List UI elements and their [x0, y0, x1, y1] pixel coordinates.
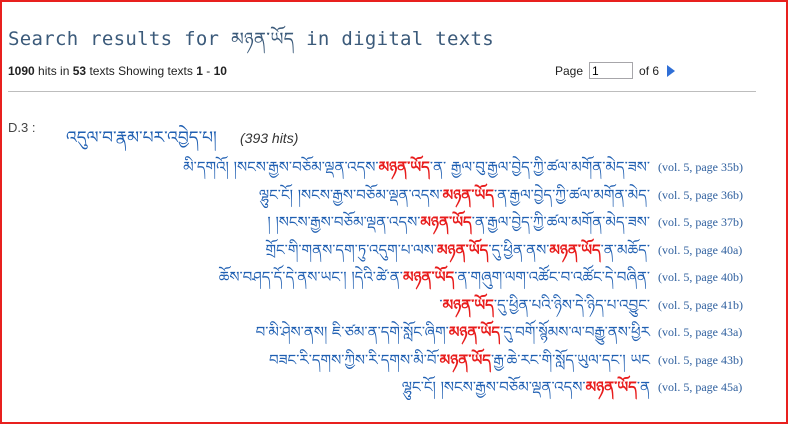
- context-after: ་ན་རྒྱལ་བྱེད་ཀྱི་ཚལ་མགོན་མེད་: [493, 185, 650, 204]
- page-reference-link[interactable]: (vol. 5, page 45a): [658, 380, 742, 395]
- result-context: གྲོང་གི་གནས་དག་ཏུ་འདུག་པ་ལས་མཉན་ཡོད་དུ་ཕ…: [265, 239, 650, 261]
- result-row: ཆོས་བཤད་དོ་དེ་ནས་ཡང་། །དེའི་ཚེ་ན་མཉན་ཡོད…: [2, 266, 782, 294]
- text-id: D.3 :: [8, 120, 36, 135]
- query-match: མཉན་ཡོད: [442, 185, 494, 204]
- result-row: ། །སངས་རྒྱས་བཅོམ་ལྡན་འདས་མཉན་ཡོད་ན་རྒྱལ་…: [2, 211, 782, 239]
- search-query: མཉན་ཡོད: [231, 29, 295, 50]
- context-before: བ་མི་ཤེས་ནས། ཇི་ཙམ་ན་དགེ་སློང་ཞིག་: [255, 323, 449, 341]
- context-before: བཟང་རི་དགས་ཀྱིས་རི་དགས་མི་བོ་: [268, 350, 440, 369]
- texts-total: 53: [72, 64, 87, 78]
- page-reference-link[interactable]: (vol. 5, page 35b): [658, 160, 743, 175]
- result-row: གྲོང་གི་གནས་དག་ཏུ་འདུག་པ་ལས་མཉན་ཡོད་དུ་ཕ…: [2, 239, 782, 267]
- range-start: 1: [196, 64, 203, 78]
- result-context: ལྷུང་ངོ། །སངས་རྒྱས་བཅོམ་ལྡན་འདས་མཉན་ཡོད་…: [402, 376, 650, 398]
- context-before: ཆོས་བཤད་དོ་དེ་ནས་ཡང་། །དེའི་ཚེ་ན་: [218, 268, 403, 286]
- context-after: ་དུ་ཕྱིན་པའི་ཉིས་དེ་ཉིད་པ་འབྱུང་: [493, 295, 650, 314]
- context-before: གྲོང་གི་གནས་དག་ཏུ་འདུག་པ་ལས་: [265, 240, 438, 259]
- result-context: ལྷུང་ངོ། །སངས་རྒྱས་བཅོམ་ལྡན་འདས་མཉན་ཡོད་…: [259, 184, 650, 206]
- result-row: བཟང་རི་དགས་ཀྱིས་རི་དགས་མི་བོ་མཉན་ཡོད་རྒྱ…: [2, 349, 782, 377]
- context-after: ་ན་ རྒྱལ་བུ་རྒྱལ་བྱེད་ཀྱི་ཚལ་མགོན་མེད་ཟས…: [429, 158, 650, 176]
- page-reference-link[interactable]: (vol. 5, page 40b): [658, 270, 743, 285]
- divider: [8, 91, 756, 92]
- page-reference-link[interactable]: (vol. 5, page 43b): [658, 353, 743, 368]
- query-match: མཉན་ཡོད: [442, 295, 494, 314]
- page-reference-link[interactable]: (vol. 5, page 36b): [658, 188, 743, 203]
- pagination: Page of 6: [555, 62, 676, 79]
- range-end: 10: [213, 64, 227, 78]
- query-match: མཉན་ཡོད: [420, 213, 472, 231]
- hits-label: hits in: [38, 64, 70, 78]
- results-list: མི་དགའོ། །སངས་རྒྱས་བཅོམ་ལྡན་འདས་མཉན་ཡོད་…: [2, 156, 782, 404]
- query-match: མཉན་ཡོད: [378, 158, 430, 176]
- query-match: མཉན་ཡོད: [439, 350, 491, 369]
- result-row: ་མཉན་ཡོད་དུ་ཕྱིན་པའི་ཉིས་དེ་ཉིད་པ་འབྱུང་…: [2, 294, 782, 322]
- context-before: མི་དགའོ། །སངས་རྒྱས་བཅོམ་ལྡན་འདས་: [183, 158, 379, 176]
- hits-total: 1090: [8, 64, 35, 78]
- context-after: ་ན་གཞུག་ལག་འཚོང་བ་འཚོང་དེ་བཞིན་: [454, 268, 650, 286]
- context-after: ་ན་རྒྱལ་བྱེད་ཀྱི་ཚལ་མགོན་མེད་ཟས་: [471, 213, 650, 231]
- next-page-arrow-icon[interactable]: [667, 64, 676, 77]
- result-row: ལྷུང་ངོ། །སངས་རྒྱས་བཅོམ་ལྡན་འདས་མཉན་ཡོད་…: [2, 376, 782, 404]
- results-summary: 1090 hits in 53 texts Showing texts 1 - …: [8, 64, 227, 78]
- page-total: of 6: [639, 63, 660, 78]
- query-match: མཉན་ཡོད: [448, 323, 501, 341]
- context-after: ་རྒྱ་ཆེ་རང་གི་སློད་ཡུལ་དང་། ཡང: [490, 350, 650, 369]
- text-hits-count: (393 hits): [240, 130, 299, 146]
- query-match: མཉན་ཡོད: [549, 240, 601, 259]
- context-after: ་དུ་བགོ་སྙོམས་ལ་བརྒྱུ་ནས་ཕྱིར: [500, 323, 650, 341]
- context-after: ་དུ་ཕྱིན་ནས་: [488, 240, 550, 259]
- query-match: མཉན་ཡོད: [585, 378, 637, 396]
- page-reference-link[interactable]: (vol. 5, page 37b): [658, 215, 743, 230]
- results-frame: Search results for མཉན་ཡོད in digital te…: [0, 0, 788, 424]
- query-match: མཉན་ཡོད: [437, 240, 489, 259]
- result-row: ལྷུང་ངོ། །སངས་རྒྱས་བཅོམ་ལྡན་འདས་མཉན་ཡོད་…: [2, 184, 782, 212]
- page-reference-link[interactable]: (vol. 5, page 41b): [658, 298, 743, 313]
- context-after: ་ན་མཆོད་: [600, 240, 650, 259]
- page-number-input[interactable]: [589, 62, 634, 79]
- result-row: བ་མི་ཤེས་ནས། ཇི་ཙམ་ན་དགེ་སློང་ཞིག་མཉན་ཡོ…: [2, 321, 782, 349]
- title-prefix: Search results for: [8, 28, 220, 50]
- result-context: བ་མི་ཤེས་ནས། ཇི་ཙམ་ན་དགེ་སློང་ཞིག་མཉན་ཡོ…: [256, 321, 650, 343]
- context-after: ་ན: [636, 378, 650, 396]
- context-before: ལྷུང་ངོ། །སངས་རྒྱས་བཅོམ་ལྡན་འདས་: [401, 378, 586, 396]
- texts-label: texts Showing texts: [89, 64, 193, 78]
- page-label: Page: [555, 63, 584, 78]
- result-context: ། །སངས་རྒྱས་བཅོམ་ལྡན་འདས་མཉན་ཡོད་ན་རྒྱལ་…: [267, 211, 650, 233]
- context-before: ལྷུང་ངོ། །སངས་རྒྱས་བཅོམ་ལྡན་འདས་: [258, 185, 443, 204]
- result-context: མི་དགའོ། །སངས་རྒྱས་བཅོམ་ལྡན་འདས་མཉན་ཡོད་…: [183, 156, 650, 178]
- context-before: ། །སངས་རྒྱས་བཅོམ་ལྡན་འདས་: [267, 213, 421, 231]
- page-reference-link[interactable]: (vol. 5, page 43a): [658, 325, 742, 340]
- title-suffix: in digital texts: [306, 28, 494, 50]
- result-context: ་མཉན་ཡོད་དུ་ཕྱིན་པའི་ཉིས་དེ་ཉིད་པ་འབྱུང་: [439, 294, 650, 316]
- result-context: བཟང་རི་དགས་ཀྱིས་རི་དགས་མི་བོ་མཉན་ཡོད་རྒྱ…: [269, 349, 650, 371]
- query-match: མཉན་ཡོད: [402, 268, 455, 286]
- page-reference-link[interactable]: (vol. 5, page 40a): [658, 243, 742, 258]
- result-row: མི་དགའོ། །སངས་རྒྱས་བཅོམ་ལྡན་འདས་མཉན་ཡོད་…: [2, 156, 782, 184]
- range-sep: -: [206, 64, 211, 78]
- result-context: ཆོས་བཤད་དོ་དེ་ནས་ཡང་། །དེའི་ཚེ་ན་མཉན་ཡོད…: [219, 266, 650, 288]
- page-title: Search results for མཉན་ཡོད in digital te…: [8, 20, 494, 70]
